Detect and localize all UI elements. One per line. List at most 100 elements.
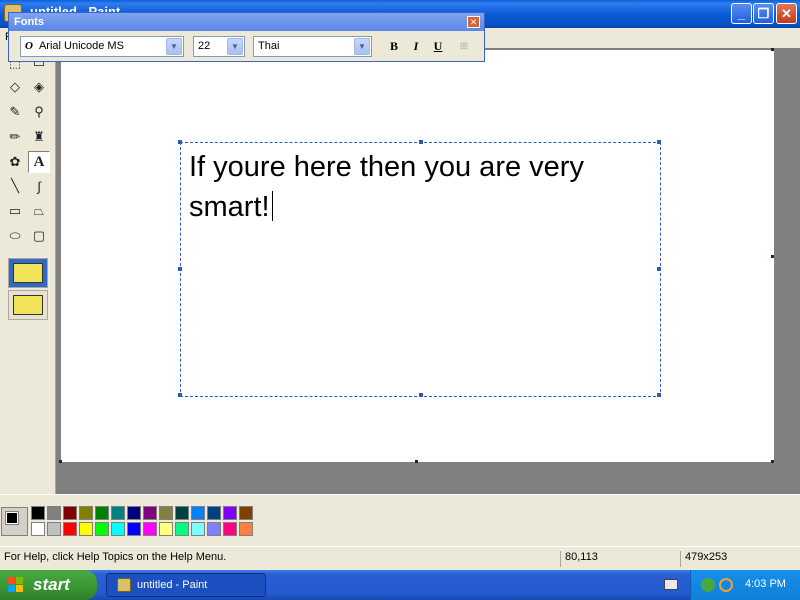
underline-button[interactable]: U [429, 38, 447, 55]
canvas-resize-handle[interactable] [771, 460, 774, 463]
truetype-icon: O [25, 40, 33, 52]
vertical-text-button[interactable]: ⊞ [455, 38, 473, 55]
color-swatch[interactable] [127, 522, 141, 536]
color-swatch[interactable] [127, 506, 141, 520]
taskbar-item-label: untitled - Paint [137, 579, 208, 591]
color-swatch[interactable] [63, 506, 77, 520]
network-icon[interactable] [701, 578, 715, 592]
color-swatch[interactable] [175, 522, 189, 536]
color-swatch[interactable] [159, 522, 173, 536]
color-swatch[interactable] [47, 506, 61, 520]
canvas-resize-handle[interactable] [59, 460, 62, 463]
text-caret [271, 191, 273, 221]
foreground-color-swatch [5, 511, 19, 525]
bold-button[interactable]: B [385, 38, 403, 55]
canvas-resize-handle[interactable] [771, 48, 774, 51]
eraser-tool[interactable]: ◇ [4, 76, 26, 98]
color-swatch[interactable] [239, 506, 253, 520]
color-swatch[interactable] [79, 506, 93, 520]
chevron-down-icon[interactable]: ▼ [227, 38, 243, 55]
pick-color-tool[interactable]: ✎ [4, 101, 26, 123]
typed-text: If youre here then you are very smart! [189, 147, 649, 227]
curve-tool[interactable]: ∫ [28, 175, 50, 197]
line-tool[interactable]: ╲ [4, 175, 26, 197]
clock[interactable]: 4:03 PM [745, 578, 786, 590]
transparent-background-option[interactable] [8, 290, 48, 320]
ellipse-tool[interactable]: ⬭ [4, 225, 26, 247]
fonts-close-button[interactable]: ✕ [467, 16, 480, 28]
resize-handle[interactable] [178, 140, 182, 144]
color-swatch[interactable] [191, 506, 205, 520]
close-button[interactable]: ✕ [776, 3, 797, 24]
resize-handle[interactable] [178, 267, 182, 271]
magnifier-tool[interactable]: ⚲ [28, 101, 50, 123]
canvas-resize-handle[interactable] [415, 460, 418, 463]
script-select[interactable]: Thai ▼ [253, 36, 372, 57]
color-swatch[interactable] [79, 522, 93, 536]
fonts-toolbar-title: Fonts [14, 16, 44, 28]
resize-handle[interactable] [657, 140, 661, 144]
color-swatch[interactable] [159, 506, 173, 520]
italic-button[interactable]: I [407, 38, 425, 55]
start-button[interactable]: start [0, 570, 97, 600]
resize-handle[interactable] [657, 393, 661, 397]
current-colors[interactable] [1, 507, 28, 536]
color-swatch[interactable] [95, 522, 109, 536]
font-size-select[interactable]: 22 ▼ [193, 36, 245, 57]
system-tray: 4:03 PM [690, 570, 800, 600]
text-tool[interactable]: A [28, 151, 50, 173]
color-box [0, 494, 800, 546]
canvas-resize-handle[interactable] [771, 255, 774, 258]
fonts-toolbar-caption[interactable]: Fonts ✕ [9, 13, 484, 31]
text-box[interactable]: If youre here then you are very smart! [178, 140, 661, 397]
resize-handle[interactable] [419, 140, 423, 144]
minimize-button[interactable]: _ [731, 3, 752, 24]
polygon-tool[interactable]: ⏢ [28, 200, 50, 222]
status-coordinates: 80,113 [560, 551, 678, 567]
taskbar-item-paint[interactable]: untitled - Paint [106, 573, 266, 597]
font-size-value: 22 [198, 40, 211, 52]
color-swatch[interactable] [31, 506, 45, 520]
paint-app-icon [117, 578, 131, 592]
color-swatch[interactable] [143, 522, 157, 536]
color-swatch[interactable] [191, 522, 205, 536]
color-swatch[interactable] [47, 522, 61, 536]
color-swatch[interactable] [175, 506, 189, 520]
brush-tool[interactable]: ♜ [28, 126, 50, 148]
canvas-area: If youre here then you are very smart! [57, 48, 800, 494]
color-swatch[interactable] [207, 522, 221, 536]
resize-handle[interactable] [419, 393, 423, 397]
keyboard-language-icon[interactable] [664, 579, 678, 590]
chevron-down-icon[interactable]: ▼ [354, 38, 370, 55]
color-swatch[interactable] [95, 506, 109, 520]
chevron-down-icon[interactable]: ▼ [166, 38, 182, 55]
rectangle-tool[interactable]: ▭ [4, 200, 26, 222]
color-swatch[interactable] [63, 522, 77, 536]
resize-handle[interactable] [178, 393, 182, 397]
color-swatch[interactable] [239, 522, 253, 536]
status-help-text: For Help, click Help Topics on the Help … [4, 551, 227, 563]
pencil-tool[interactable]: ✏ [4, 126, 26, 148]
color-swatch[interactable] [31, 522, 45, 536]
drawing-canvas[interactable]: If youre here then you are very smart! [61, 50, 774, 462]
airbrush-tool[interactable]: ✿ [4, 151, 26, 173]
search-icon[interactable] [719, 578, 733, 592]
opaque-background-option[interactable] [8, 258, 48, 288]
font-name-value: Arial Unicode MS [38, 40, 124, 52]
tool-box: ⬚ ▭ ◇ ◈ ✎ ⚲ ✏ ♜ ✿ A ╲ ∫ ▭ ⏢ ⬭ ▢ [0, 48, 56, 494]
color-swatch[interactable] [111, 506, 125, 520]
color-swatch[interactable] [111, 522, 125, 536]
color-swatch[interactable] [207, 506, 221, 520]
color-swatch[interactable] [223, 506, 237, 520]
color-swatch[interactable] [143, 506, 157, 520]
script-value: Thai [258, 40, 280, 52]
status-bar: For Help, click Help Topics on the Help … [0, 546, 800, 570]
windows-logo-icon [8, 577, 24, 593]
rounded-rect-tool[interactable]: ▢ [28, 225, 50, 247]
resize-handle[interactable] [657, 267, 661, 271]
fill-tool[interactable]: ◈ [28, 76, 50, 98]
maximize-button[interactable]: ❐ [753, 3, 774, 24]
typed-text-content: If youre here then you are very smart! [189, 151, 584, 223]
font-name-select[interactable]: O Arial Unicode MS ▼ [20, 36, 184, 57]
color-swatch[interactable] [223, 522, 237, 536]
